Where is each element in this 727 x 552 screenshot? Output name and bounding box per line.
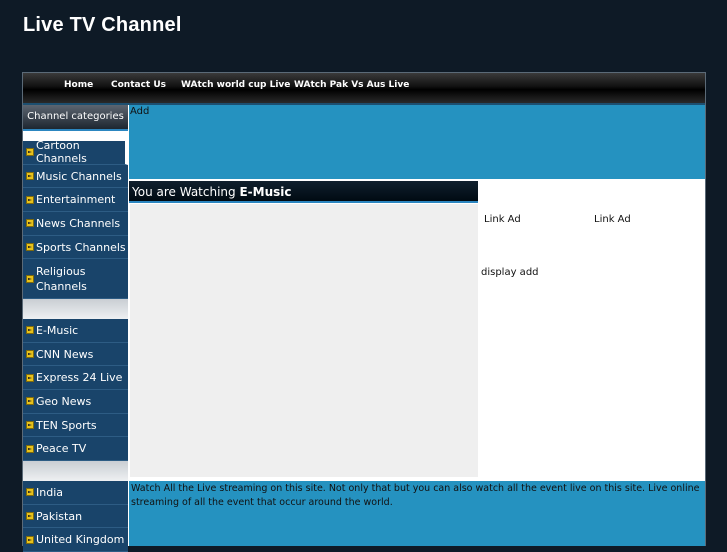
sidebar-item-express-24-live[interactable]: Express 24 Live	[23, 366, 128, 391]
arrow-bullet-icon	[26, 444, 34, 453]
now-watching-prefix: You are Watching	[132, 185, 240, 199]
sidebar-item-sports-channels[interactable]: Sports Channels	[23, 236, 128, 260]
sidebar-item-label: United Kingdom	[36, 533, 125, 547]
sidebar-item-label: Music Channels	[36, 169, 122, 183]
nav-contact-us[interactable]: Contact Us	[111, 80, 166, 90]
sidebar-item-label: Entertainment	[36, 193, 116, 207]
sidebar-item-label: CNN News	[36, 347, 94, 361]
sidebar-item-label: Sports Channels	[36, 240, 126, 254]
sidebar-item-label: Religious Channels	[36, 264, 87, 293]
arrow-bullet-icon	[26, 219, 34, 228]
arrow-bullet-icon	[26, 350, 34, 359]
sidebar-item-cnn-news[interactable]: CNN News	[23, 343, 128, 367]
top-ad-banner[interactable]: Add	[129, 105, 705, 179]
arrow-bullet-icon	[26, 535, 34, 544]
sidebar-item-label: India	[36, 485, 63, 499]
arrow-bullet-icon	[26, 373, 34, 382]
now-watching-header: You are Watching E-Music	[129, 181, 478, 203]
sidebar-item-label: Peace TV	[36, 442, 87, 456]
sidebar-item-label: Express 24 Live	[36, 371, 123, 385]
sidebar-item-label: Pakistan	[36, 509, 83, 523]
arrow-bullet-icon	[26, 148, 34, 157]
sidebar-item-label: E-Music	[36, 323, 79, 337]
arrow-bullet-icon	[26, 397, 34, 406]
sidebar-item-entertainment[interactable]: Entertainment	[23, 188, 128, 213]
sidebar-item-e-music[interactable]: E-Music	[23, 319, 128, 343]
sidebar-item-united-kingdom[interactable]: United Kingdom	[23, 528, 128, 552]
sidebar-item-label: News Channels	[36, 216, 121, 230]
channel-list: E-Music CNN News Express 24 Live Geo New…	[23, 319, 128, 462]
display-ad: display add	[481, 267, 539, 278]
sidebar-item-religious-channels[interactable]: Religious Channels	[23, 259, 128, 300]
site-description: Watch All the Live streaming on this sit…	[129, 481, 705, 546]
category-list: Cartoon Channels Music Channels Entertai…	[23, 139, 128, 300]
video-player[interactable]	[130, 204, 478, 477]
sidebar-item-cartoon-channels[interactable]: Cartoon Channels	[23, 139, 128, 166]
nav-watch-pak-vs-aus[interactable]: WAtch Pak Vs Aus Live	[294, 80, 409, 90]
arrow-bullet-icon	[26, 488, 34, 497]
sidebar-item-geo-news[interactable]: Geo News	[23, 390, 128, 414]
sidebar-item-label: Cartoon Channels	[36, 139, 87, 166]
sidebar-item-india[interactable]: India	[23, 481, 128, 505]
site-title: Live TV Channel	[23, 14, 182, 36]
nav-home[interactable]: Home	[64, 80, 93, 90]
sidebar-item-pakistan[interactable]: Pakistan	[23, 505, 128, 529]
top-navbar: Home Contact Us WAtch world cup Live WAt…	[23, 73, 705, 105]
content-frame: Home Contact Us WAtch world cup Live WAt…	[22, 72, 706, 552]
link-ad-2[interactable]: Link Ad	[594, 214, 631, 225]
link-ad-1[interactable]: Link Ad	[484, 214, 521, 225]
nav-watch-world-cup[interactable]: WAtch world cup Live	[181, 80, 290, 90]
top-ad-label: Add	[130, 106, 150, 117]
sidebar-divider	[23, 461, 128, 481]
channel-categories-header: Channel categories	[23, 105, 128, 131]
sidebar: Channel categories Cartoon Channels Musi…	[23, 105, 128, 552]
arrow-bullet-icon	[26, 195, 34, 204]
sidebar-item-label: TEN Sports	[36, 418, 97, 432]
sidebar-item-ten-sports[interactable]: TEN Sports	[23, 414, 128, 438]
arrow-bullet-icon	[26, 512, 34, 521]
arrow-bullet-icon	[26, 243, 34, 252]
arrow-bullet-icon	[26, 274, 34, 283]
arrow-bullet-icon	[26, 172, 34, 181]
now-watching-channel: E-Music	[239, 185, 292, 199]
arrow-bullet-icon	[26, 326, 34, 335]
sidebar-item-music-channels[interactable]: Music Channels	[23, 165, 128, 189]
sidebar-item-news-channels[interactable]: News Channels	[23, 212, 128, 236]
sidebar-item-label: Geo News	[36, 394, 92, 408]
sidebar-item-peace-tv[interactable]: Peace TV	[23, 437, 128, 462]
sidebar-divider	[23, 299, 128, 319]
country-list: India Pakistan United Kingdom	[23, 481, 128, 552]
arrow-bullet-icon	[26, 421, 34, 430]
